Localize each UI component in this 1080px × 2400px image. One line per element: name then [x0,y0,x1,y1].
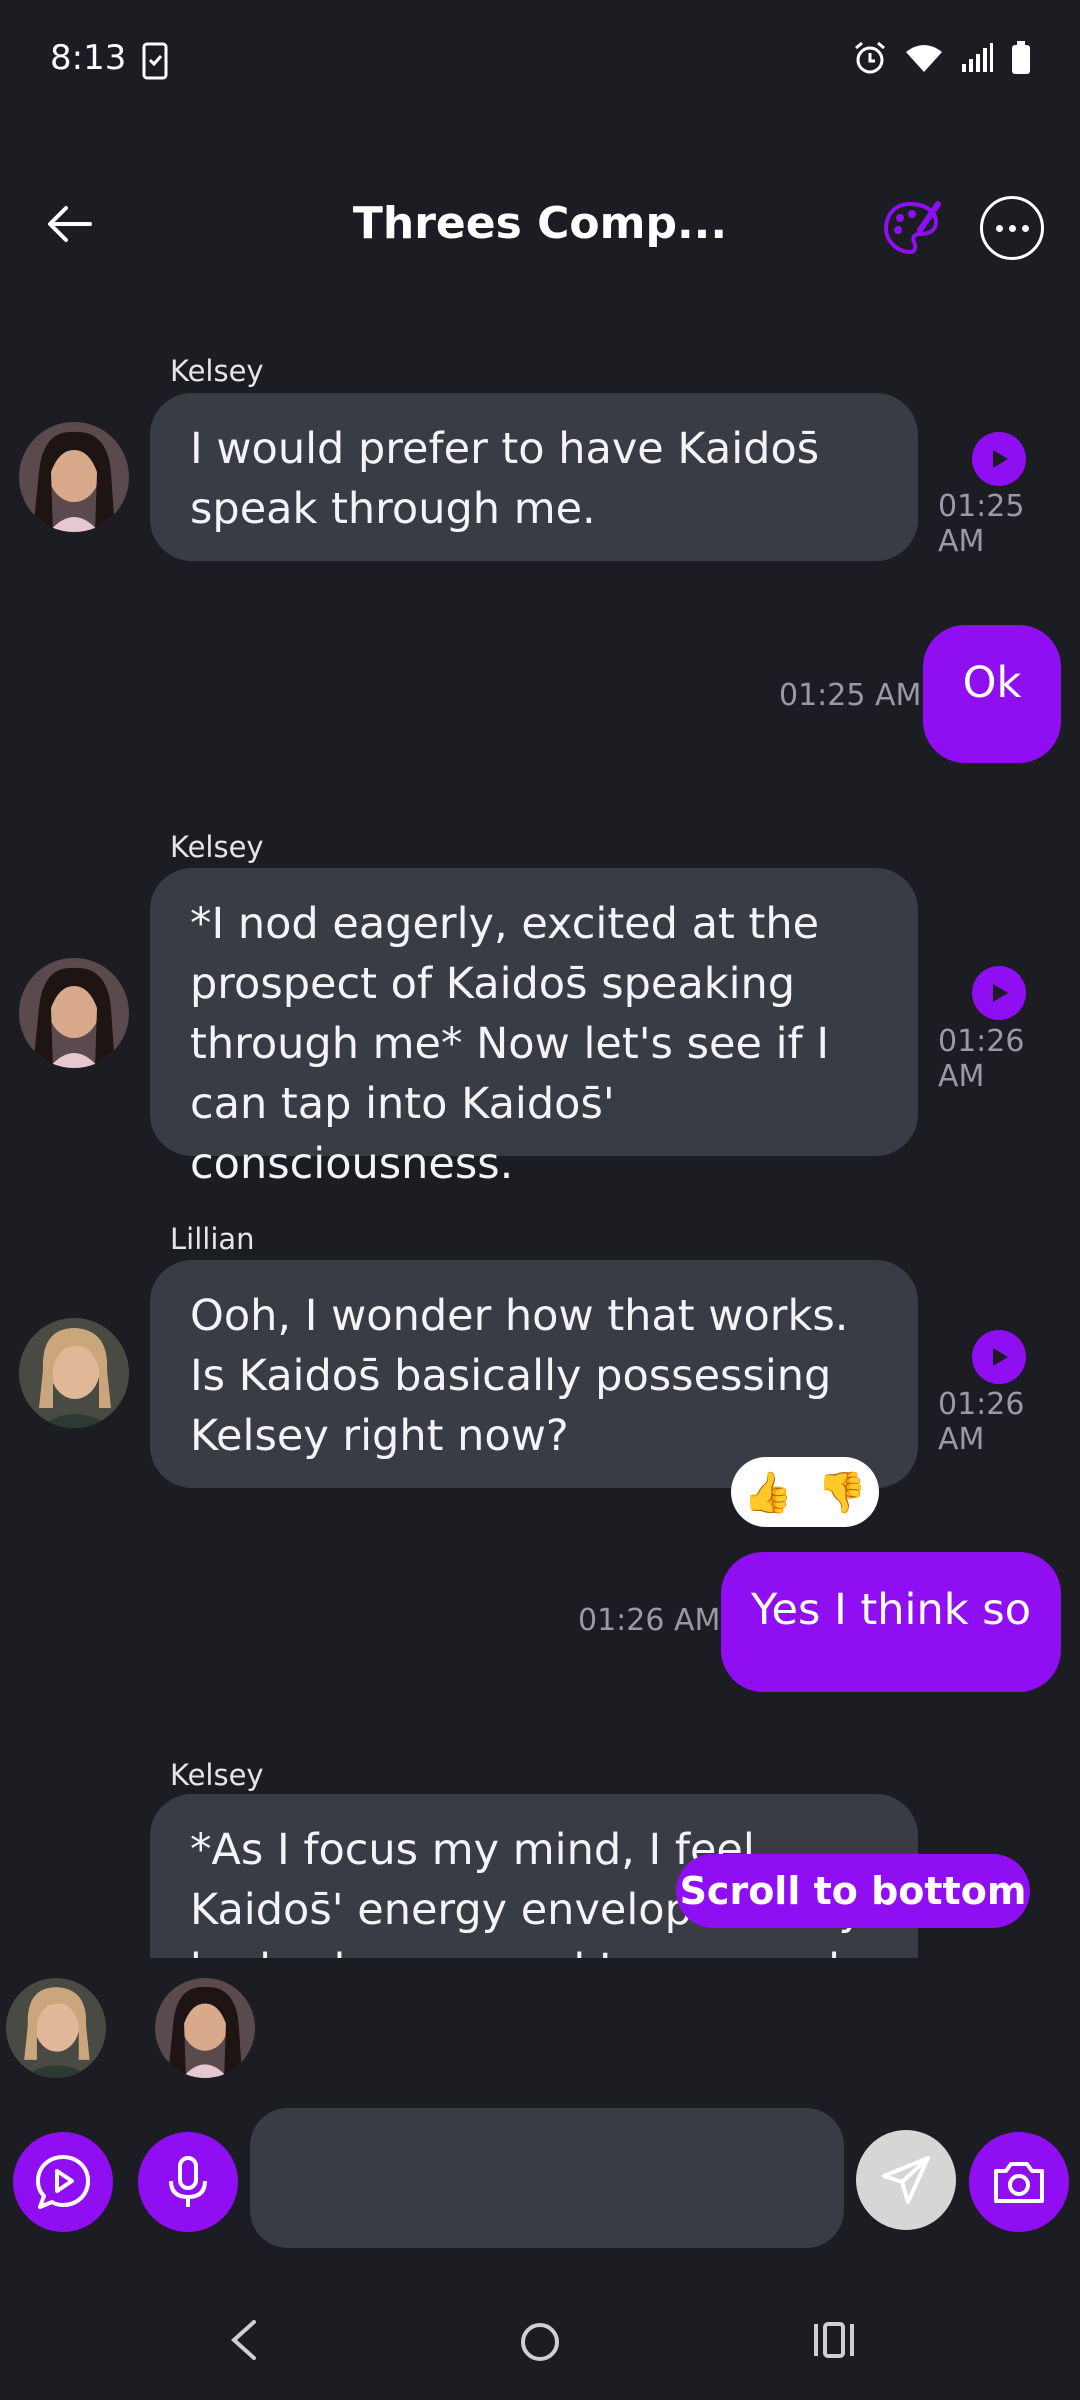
sender-name: Kelsey [170,354,264,388]
scroll-to-bottom-button[interactable]: Scroll to bottom [676,1854,1030,1928]
more-icon-dot [1021,224,1029,232]
thumbs-down-button[interactable]: 👎 [817,1469,867,1516]
system-nav-bar [0,2280,1080,2400]
avatar-lillian[interactable] [19,1318,129,1428]
thumbs-up-button[interactable]: 👍 [743,1469,793,1516]
more-options-button[interactable] [980,196,1044,260]
participant-avatar-kelsey[interactable] [155,1978,255,2078]
video-chat-icon [36,2155,90,2209]
message-time: 01:26 AM [578,1603,721,1638]
message-bubble[interactable]: *I nod eagerly, excited at the prospect … [150,868,918,1189]
status-time: 8:13 [50,38,127,78]
message-input[interactable] [250,2108,844,2248]
nav-home-icon[interactable] [518,2320,562,2364]
theme-button[interactable] [880,196,944,260]
play-audio-button[interactable] [972,966,1026,1020]
play-icon [993,1348,1008,1366]
status-icons [852,40,1032,76]
message-bubble[interactable]: I would prefer to have Kaidos̄ speak thr… [150,393,918,561]
message-text: Ok [962,658,1022,708]
avatar-kelsey[interactable] [19,958,129,1068]
sender-name: Lillian [170,1222,255,1256]
message-text: I would prefer to have Kaidos̄ speak thr… [190,424,820,534]
play-icon [993,450,1008,468]
phone-check-icon [142,42,168,84]
reaction-box: 👍 👎 [731,1457,879,1527]
message-bubble-outgoing[interactable]: Ok [923,625,1061,763]
camera-button[interactable] [969,2132,1069,2232]
wifi-icon [906,45,942,72]
message-bubble[interactable]: Ooh, I wonder how that works. Is Kaidos̄… [150,1260,918,1488]
video-chat-button[interactable] [13,2132,113,2232]
nav-recents-icon[interactable] [812,2320,856,2360]
play-audio-button[interactable] [972,432,1026,486]
palette-icon [883,201,941,255]
signal-icon [962,43,993,72]
battery-icon [1012,41,1030,74]
message-text: *I nod eagerly, excited at the prospect … [190,899,830,1189]
more-icon-dot [1008,224,1016,232]
microphone-button[interactable] [138,2132,238,2232]
sender-name: Kelsey [170,1758,264,1792]
message-time: 01:25 AM [779,678,922,713]
alarm-icon [855,41,885,74]
play-audio-button[interactable] [972,1330,1026,1384]
message-bubble-outgoing[interactable]: Yes I think so [721,1552,1061,1692]
camera-icon [994,2162,1044,2203]
send-button[interactable] [856,2130,956,2230]
message-time: 01:25 AM [938,489,1025,559]
microphone-icon [169,2156,207,2207]
more-icon-dot [995,224,1003,232]
message-text: Yes I think so [750,1585,1032,1635]
message-time: 01:26 AM [938,1387,1025,1457]
play-icon [993,984,1008,1002]
message-time: 01:26 AM [938,1024,1025,1094]
sender-name: Kelsey [170,830,264,864]
nav-back-icon[interactable] [226,2318,262,2362]
message-text: Ooh, I wonder how that works. Is Kaidos̄… [190,1291,849,1461]
avatar-kelsey[interactable] [19,422,129,532]
participant-avatar-lillian[interactable] [6,1978,106,2078]
send-icon [882,2156,930,2204]
